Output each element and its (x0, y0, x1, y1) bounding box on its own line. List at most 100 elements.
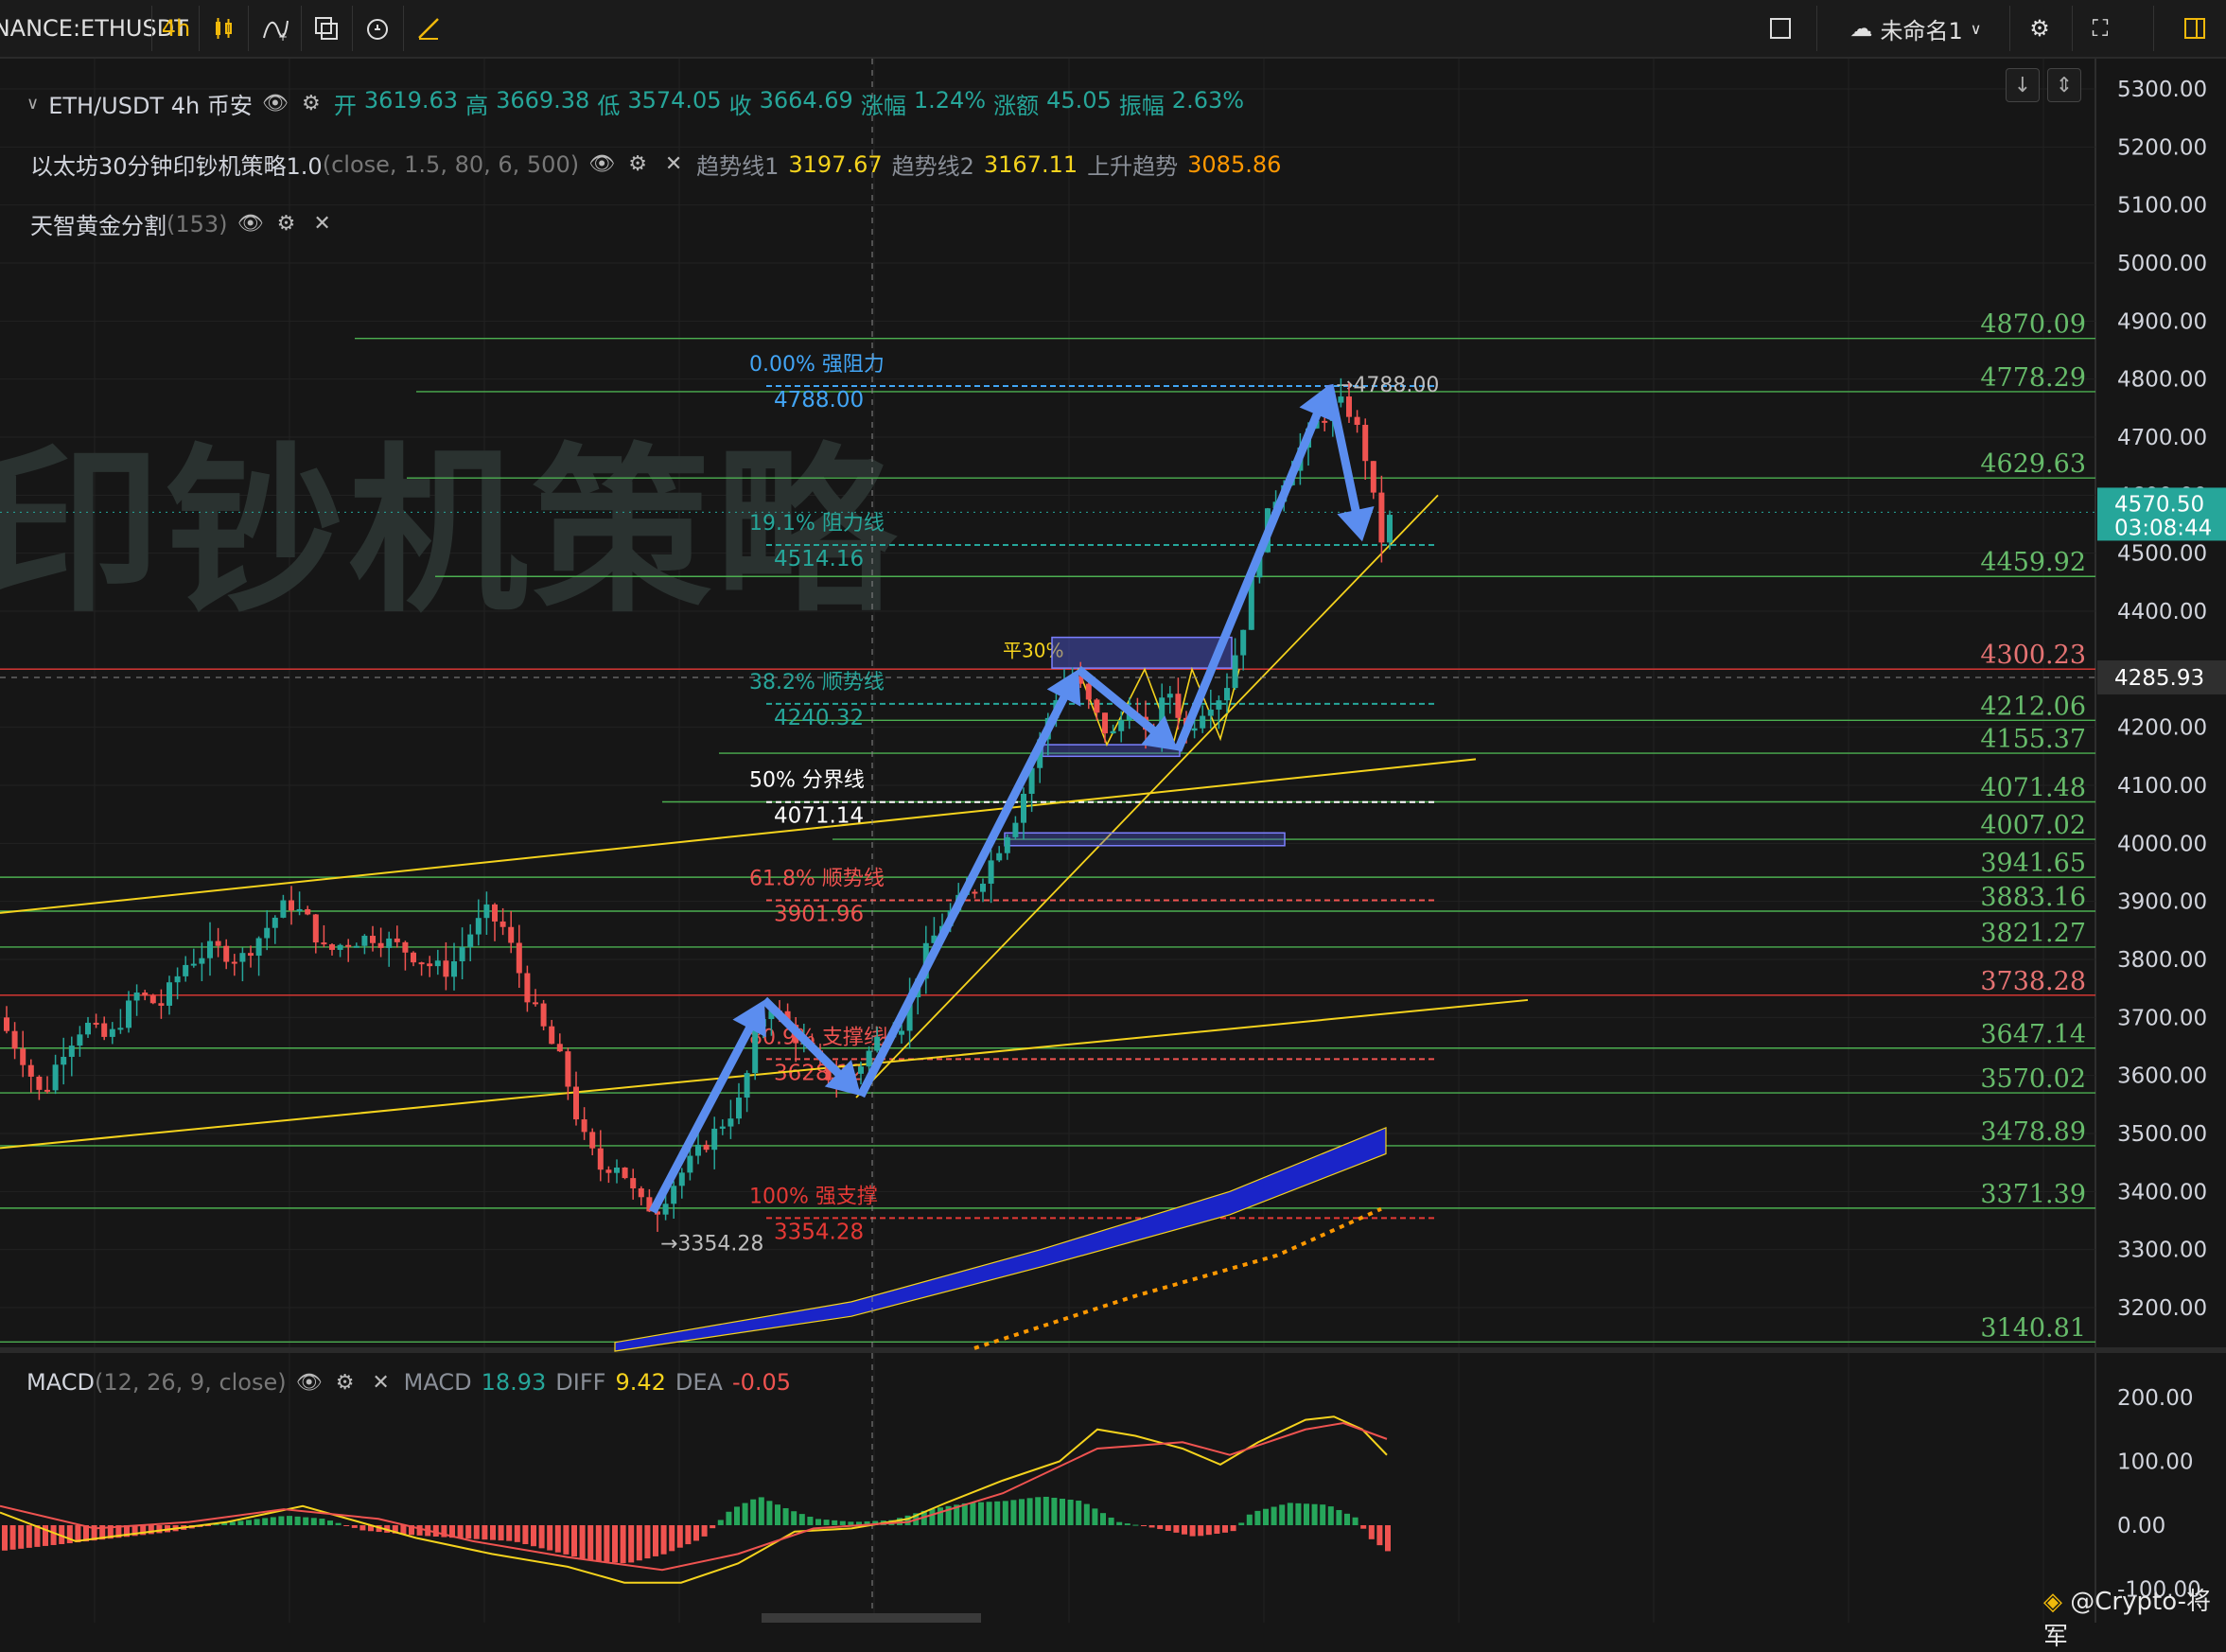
candle-body (1370, 461, 1376, 493)
candle-body (711, 1128, 718, 1151)
download-arrow-icon[interactable]: ↓ (2006, 68, 2040, 102)
candle-body (85, 1022, 91, 1035)
candle-body (744, 1073, 750, 1098)
layout-name-button[interactable]: ☁ 未命名1 ∨ (1835, 0, 1996, 57)
price-tick-label: 3300.00 (2117, 1239, 2207, 1263)
price-tick-label: 4700.00 (2117, 426, 2207, 450)
settings-icon[interactable]: ⚙ (298, 91, 324, 117)
macd-histogram-bar (848, 1521, 854, 1525)
macd-histogram-bar (531, 1525, 536, 1547)
macd-histogram-bar (18, 1525, 25, 1549)
drawing-tools-icon[interactable] (409, 0, 448, 57)
settings-icon[interactable]: ⚙ (624, 151, 651, 178)
macd-histogram-bar (343, 1525, 350, 1526)
key-level-label: 3371.39 (1980, 1180, 2086, 1209)
macd-key: MACD (403, 1369, 472, 1396)
candle-body (1175, 694, 1182, 718)
candle-body (1102, 712, 1108, 734)
fib-level-pct-label: 19.1% 阻力线 (749, 512, 885, 536)
macd-histogram-bar (457, 1525, 464, 1538)
candle-body (1216, 700, 1222, 710)
candle-body (565, 1051, 571, 1087)
macd-histogram-bar (710, 1525, 716, 1529)
macd-histogram-bar (775, 1504, 780, 1525)
panel-toggle-icon[interactable] (2176, 0, 2214, 57)
eye-icon[interactable]: 👁 (237, 211, 264, 237)
eye-icon[interactable]: 👁 (588, 151, 615, 178)
fib-level-pct-label: 100% 强支撑 (749, 1185, 878, 1208)
candle-body (280, 900, 287, 918)
key-level-label: 3941.65 (1980, 849, 2086, 878)
macd-histogram-bar (237, 1520, 244, 1525)
fib-level-value-label: 4514.16 (774, 547, 864, 571)
indicators-icon[interactable]: + (255, 0, 295, 57)
macd-histogram-bar (1360, 1525, 1367, 1529)
macd-histogram-bar (734, 1506, 740, 1525)
trend2-key: 趋势线2 (891, 153, 974, 180)
macd-histogram-bar (1246, 1514, 1253, 1525)
candle-body (483, 904, 490, 919)
candle-body (361, 936, 368, 946)
macd-histogram-bar (726, 1511, 732, 1525)
candle-body (516, 942, 522, 974)
macd-histogram-bar (50, 1525, 57, 1545)
macd-histogram-bar (351, 1525, 358, 1528)
diff-key: DIFF (555, 1369, 606, 1396)
candle-body (427, 963, 433, 967)
layout-icon[interactable] (307, 0, 346, 57)
close-value: 3664.69 (759, 87, 853, 114)
candle-body (540, 1003, 547, 1027)
candle-body (36, 1076, 43, 1090)
trend1-value: 3197.67 (788, 150, 883, 178)
strategy-name[interactable]: 以太坊30分钟印钞机策略1.0 (30, 148, 323, 181)
price-tick-label: 5200.00 (2117, 135, 2207, 160)
macd-histogram-bar (1287, 1503, 1293, 1525)
eye-icon[interactable]: 👁 (296, 1369, 323, 1396)
eye-icon[interactable]: 👁 (262, 91, 289, 117)
bar-countdown: 03:08:44 (2114, 516, 2212, 540)
candle-body (736, 1098, 742, 1119)
candle-body (20, 1048, 26, 1065)
macd-histogram-bar (287, 1516, 292, 1525)
candle-body (199, 958, 205, 964)
candle-body (1240, 629, 1247, 656)
close-icon[interactable]: ✕ (309, 211, 336, 237)
price-tick-label: 4100.00 (2117, 774, 2207, 799)
macd-histogram-bar (823, 1520, 830, 1525)
candle-body (597, 1148, 604, 1170)
key-level-label: 4778.29 (1980, 363, 2086, 393)
macd-histogram-bar (554, 1525, 561, 1553)
key-level-label: 4071.48 (1980, 773, 2086, 802)
candle-body (312, 914, 319, 943)
consolidation-box-top (1051, 636, 1233, 669)
symbol-search-button[interactable]: BINANCE:ETHUSDT (0, 0, 188, 57)
credit-label: ◈ @Crypto-将军 (2043, 1582, 2226, 1652)
alert-icon[interactable] (358, 0, 397, 57)
macd-histogram-bar (620, 1525, 626, 1564)
macd-histogram-bar (660, 1525, 667, 1555)
fullscreen-icon[interactable]: ⛶ (2081, 0, 2119, 57)
close-icon[interactable]: ✕ (660, 151, 687, 178)
settings-gear-icon[interactable]: ⚙ (2021, 0, 2059, 57)
macd-histogram-bar (310, 1518, 317, 1525)
candle-body (174, 975, 181, 983)
candle-type-icon[interactable] (204, 0, 242, 57)
macd-histogram-bar (1076, 1501, 1082, 1525)
macd-histogram-bar (685, 1525, 692, 1545)
collapse-chevron-icon[interactable]: ∨ (26, 94, 39, 114)
macd-histogram-bar (522, 1525, 529, 1545)
close-icon[interactable]: ✕ (368, 1369, 394, 1396)
macd-histogram-bar (498, 1525, 504, 1541)
candle-body (1338, 396, 1344, 403)
candle-body (638, 1187, 644, 1198)
price-tick-label: 4800.00 (2117, 368, 2207, 393)
macd-name[interactable]: MACD (26, 1369, 95, 1396)
settings-icon[interactable]: ⚙ (332, 1369, 359, 1396)
fib-name[interactable]: 天智黄金分割 (30, 207, 167, 240)
macd-histogram-bar (1254, 1510, 1261, 1525)
fit-icon[interactable]: ⇕ (2047, 68, 2081, 102)
interval-button[interactable]: 4h (157, 0, 195, 57)
settings-icon[interactable]: ⚙ (273, 211, 300, 237)
fullscreen-box-icon[interactable] (1762, 0, 1799, 57)
macd-histogram-bar (815, 1519, 821, 1525)
